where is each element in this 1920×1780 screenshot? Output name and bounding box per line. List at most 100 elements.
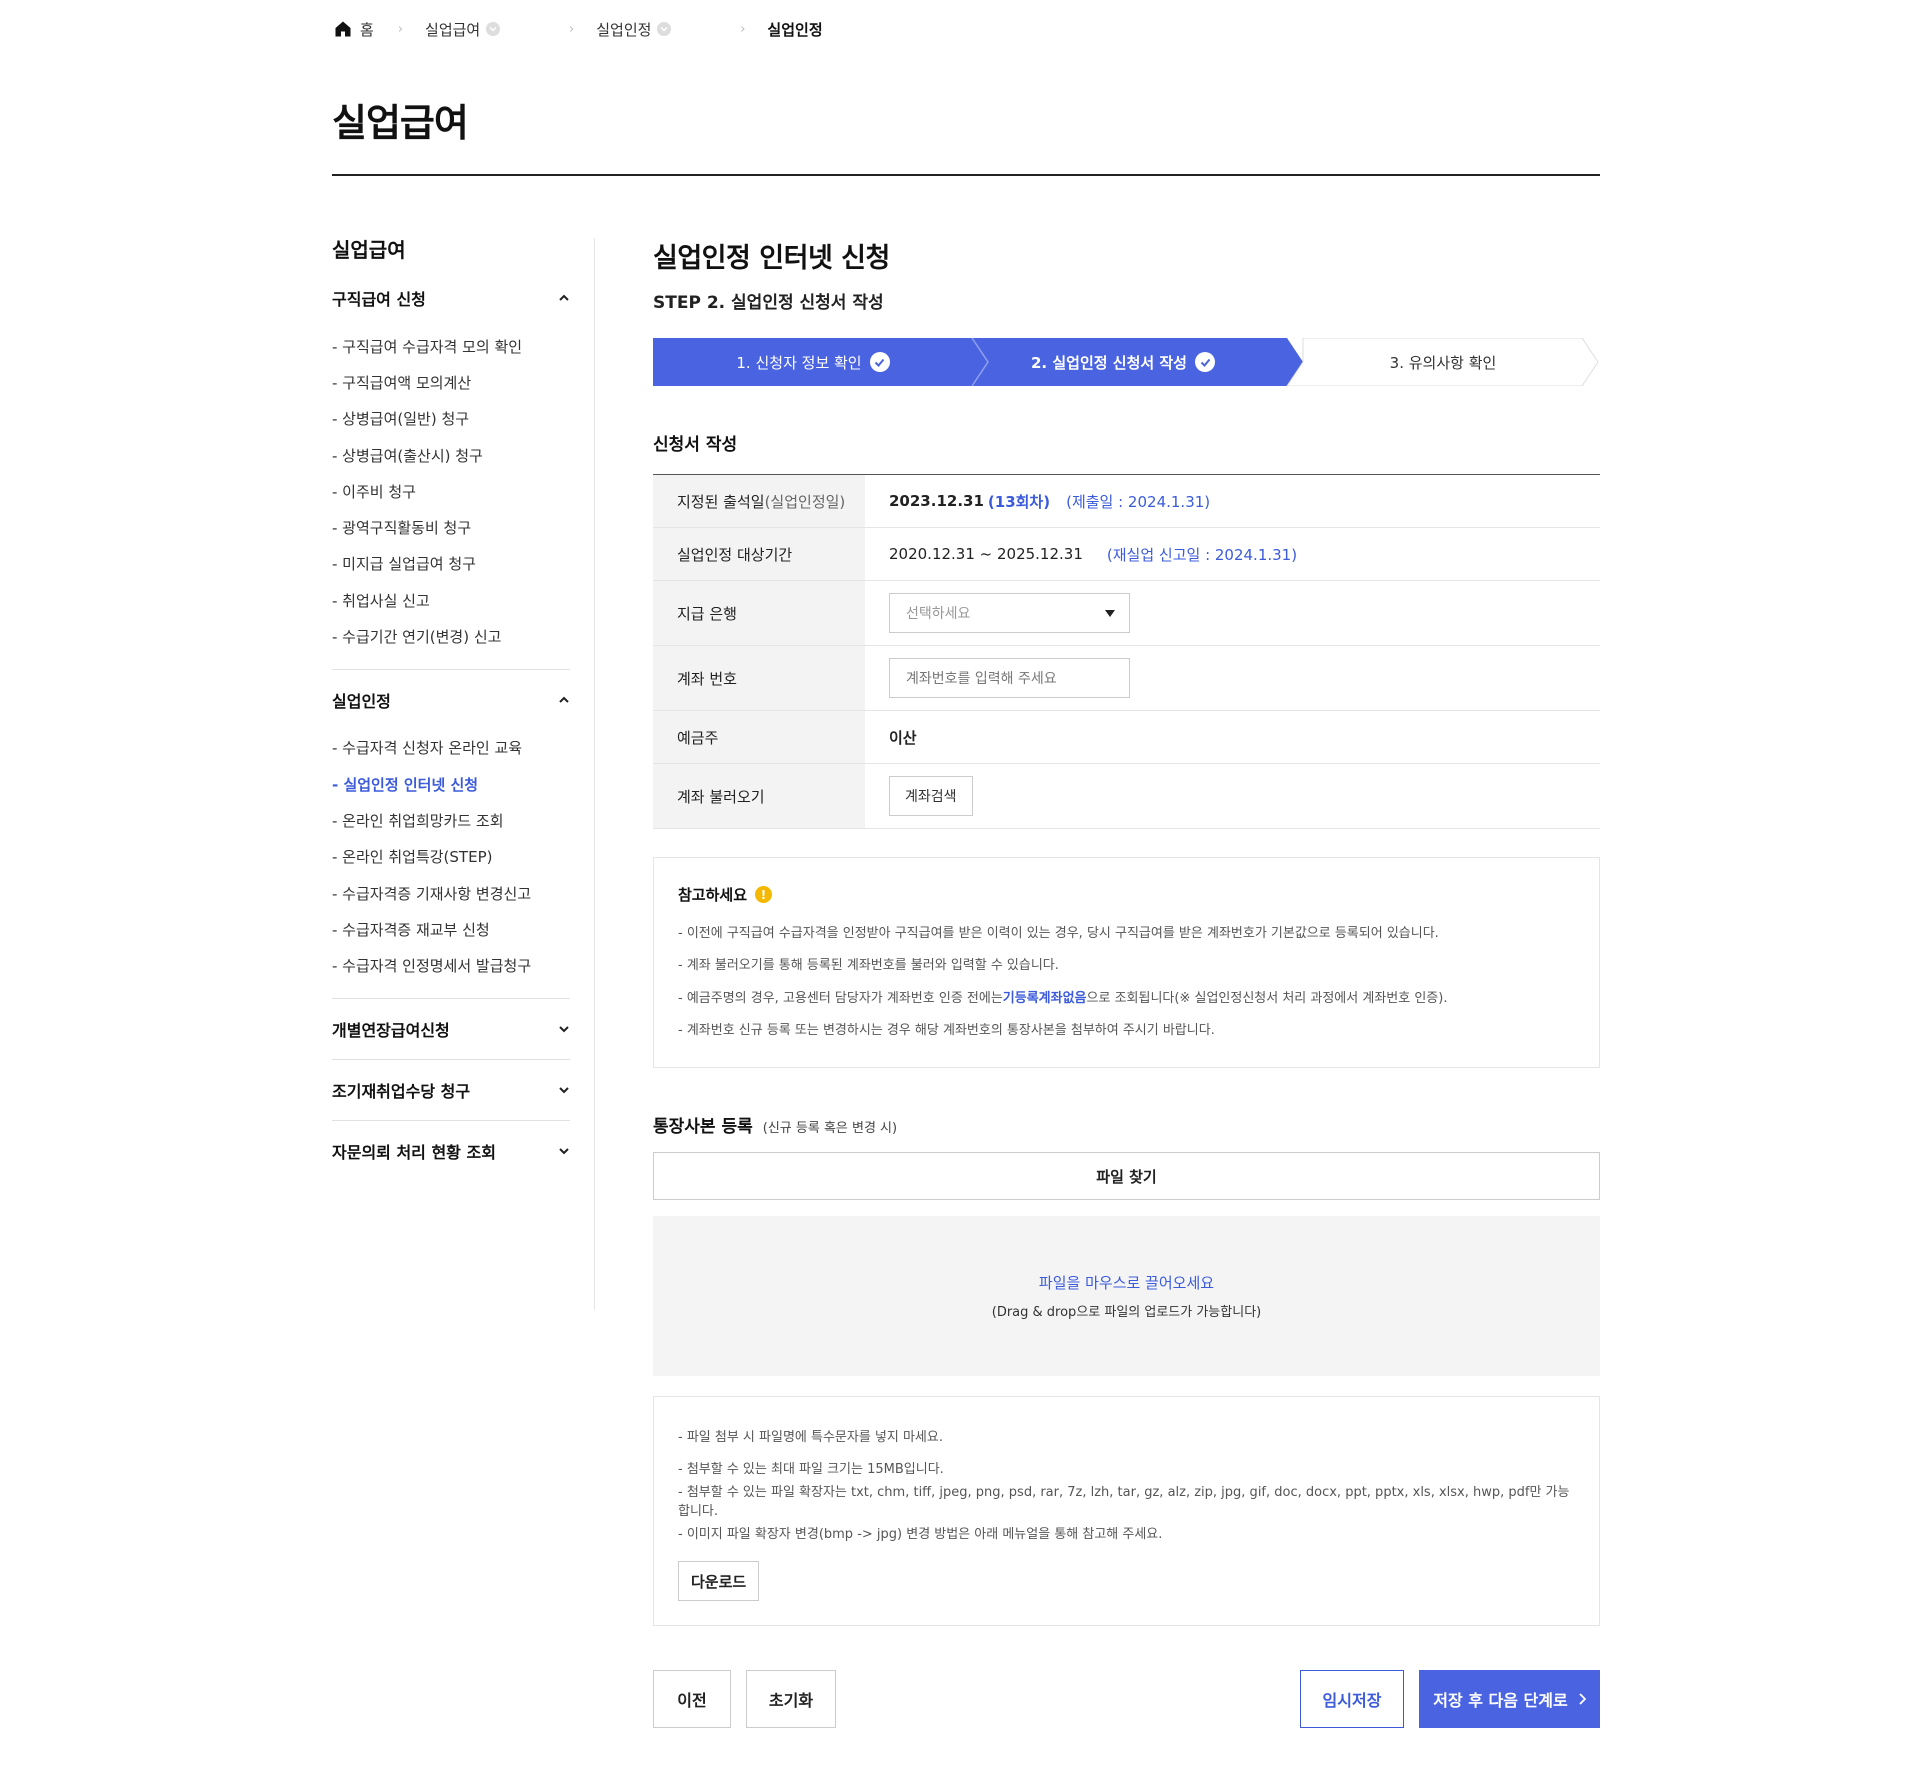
chevron-right-icon: › <box>740 21 746 37</box>
dropzone-sub-text: (Drag & drop으로 파일의 업로드가 가능합니다) <box>991 1305 1262 1320</box>
sidebar-item[interactable]: - 광역구직활동비 청구 <box>332 509 570 545</box>
step-indicator: 1. 신청자 정보 확인 2. 실업인정 신청서 작성 3. 유의사항 확인 <box>653 338 1600 386</box>
form-label: 계좌 불러오기 <box>653 764 865 828</box>
sidebar-item-active[interactable]: - 실업인정 인터넷 신청 <box>332 766 570 802</box>
application-form: 지정된 출석일 (실업인정일) 2023.12.31 (13회차) (제출일 : … <box>653 474 1600 829</box>
sidebar-item[interactable]: - 이주비 청구 <box>332 473 570 509</box>
notice-title-label: 참고하세요 <box>678 886 748 904</box>
sidebar-group-title: 구직급여 신청 <box>332 290 426 309</box>
sidebar-item[interactable]: - 수급자격증 기재사항 변경신고 <box>332 875 570 911</box>
check-circle-icon <box>1195 352 1215 372</box>
download-button[interactable]: 다운로드 <box>678 1561 760 1601</box>
sidebar-group-title: 실업인정 <box>332 691 391 711</box>
attend-label: 지정된 출석일 <box>677 492 765 511</box>
prev-button[interactable]: 이전 <box>653 1670 731 1728</box>
form-row-attend: 지정된 출석일 (실업인정일) 2023.12.31 (13회차) (제출일 : … <box>653 475 1600 528</box>
period-value: 2020.12.31 ~ 2025.12.31 <box>889 545 1083 563</box>
chevron-right-icon <box>1579 1693 1586 1705</box>
sidebar-sublist: - 구직급여 수급자격 모의 확인 - 구직급여액 모의계산 - 상병급여(일반… <box>332 328 570 669</box>
sidebar-group-toggle[interactable]: 자문의뢰 처리 현황 조회 <box>332 1121 570 1181</box>
sidebar-item[interactable]: - 수급기간 연기(변경) 신고 <box>332 618 570 654</box>
notice-item-pre: - 예금주명의 경우, 고용센터 담당자가 계좌번호 인증 전에는 <box>678 990 1003 1006</box>
sidebar-item[interactable]: - 수급자격 인정명세서 발급청구 <box>332 947 570 983</box>
file-notice-box: - 파일 첨부 시 파일명에 특수문자를 넣지 마세요. - 첨부할 수 있는 … <box>653 1396 1600 1626</box>
form-label: 계좌 번호 <box>653 646 865 710</box>
upload-title: 통장사본 등록 <box>653 1117 753 1137</box>
file-notice-item: - 첨부할 수 있는 최대 파일 크기는 15MB입니다. <box>678 1462 944 1478</box>
step-1-label: 1. 신청자 정보 확인 <box>736 353 862 372</box>
notice-box: 참고하세요 ! - 이전에 구직급여 수급자격을 인정받아 구직급여를 받은 이… <box>653 857 1600 1068</box>
sidebar-heading: 실업급여 <box>332 238 406 262</box>
form-row-load: 계좌 불러오기 계좌검색 <box>653 764 1600 829</box>
chevron-down-icon[interactable] <box>486 22 501 36</box>
page-title: 실업급여 <box>332 101 469 145</box>
sidebar-item[interactable]: - 수급자격 신청자 온라인 교육 <box>332 730 570 766</box>
caret-down-icon <box>1105 609 1115 617</box>
section-title: 신청서 작성 <box>653 435 738 455</box>
sidebar-group-toggle[interactable]: 구직급여 신청 <box>332 268 570 328</box>
sidebar-group-toggle[interactable]: 개별연장급여신청 <box>332 999 570 1059</box>
bank-select[interactable]: 선택하세요 <box>889 593 1130 633</box>
check-circle-icon <box>869 352 890 372</box>
sidebar: 실업급여 구직급여 신청 - 구직급여 수급자격 모의 확인 - 구직급여액 모… <box>332 234 570 1181</box>
sidebar-group-consult-status: 자문의뢰 처리 현황 조회 <box>332 1121 570 1181</box>
sidebar-group-toggle[interactable]: 실업인정 <box>332 670 570 730</box>
breadcrumb-home[interactable]: 홈 <box>334 19 374 40</box>
form-value: 선택하세요 <box>865 581 1600 645</box>
title-divider <box>332 174 1600 176</box>
sidebar-item[interactable]: - 상병급여(일반) 청구 <box>332 401 570 437</box>
sidebar-item[interactable]: - 구직급여액 모의계산 <box>332 364 570 400</box>
notice-item-post: 으로 조회됩니다(※ 실업인정신청서 처리 과정에서 계좌번호 인증). <box>1086 990 1448 1006</box>
upload-subtitle: (신규 등록 혹은 변경 시) <box>762 1121 898 1136</box>
sidebar-sublist: - 수급자격 신청자 온라인 교육 - 실업인정 인터넷 신청 - 온라인 취업… <box>332 730 570 998</box>
file-notice-list: - 파일 첨부 시 파일명에 특수문자를 넣지 마세요. - 첨부할 수 있는 … <box>678 1419 1575 1549</box>
temp-save-button[interactable]: 임시저장 <box>1300 1670 1404 1728</box>
save-next-button[interactable]: 저장 후 다음 단계로 <box>1419 1670 1600 1728</box>
sidebar-item[interactable]: - 상병급여(출산시) 청구 <box>332 437 570 473</box>
sidebar-group-early-reemployment: 조기재취업수당 청구 <box>332 1060 570 1121</box>
notice-title: 참고하세요 ! <box>678 884 1575 905</box>
save-next-label: 저장 후 다음 단계로 <box>1433 1691 1568 1710</box>
sidebar-item[interactable]: - 온라인 취업희망카드 조회 <box>332 802 570 838</box>
attend-label-sub: (실업인정일) <box>764 492 846 511</box>
notice-item: - 계좌번호 신규 등록 또는 변경하시는 경우 해당 계좌번호의 통장사본을 … <box>678 1023 1215 1039</box>
chevron-down-icon <box>559 1148 569 1155</box>
page: 홈 › 실업급여 › 실업인정 › 실업인정 실업급여 실업급여 구직급여 신청… <box>0 0 1920 1780</box>
breadcrumb-home-label: 홈 <box>360 20 374 39</box>
file-find-button[interactable]: 파일 찾기 <box>653 1152 1600 1200</box>
form-value: 이산 <box>865 711 1600 763</box>
file-dropzone[interactable]: 파일을 마우스로 끌어오세요 (Drag & drop으로 파일의 업로드가 가… <box>653 1216 1600 1376</box>
notice-list: - 이전에 구직급여 수급자격을 인정받아 구직급여를 받은 이력이 있는 경우… <box>678 915 1575 1045</box>
chevron-down-icon[interactable] <box>657 22 672 36</box>
form-label: 실업인정 대상기간 <box>653 528 865 580</box>
chevron-up-icon <box>559 294 569 301</box>
sidebar-item[interactable]: - 미지급 실업급여 청구 <box>332 546 570 582</box>
sidebar-item[interactable]: - 구직급여 수급자격 모의 확인 <box>332 328 570 364</box>
reset-button[interactable]: 초기화 <box>746 1670 836 1728</box>
sidebar-item[interactable]: - 수급자격증 재교부 신청 <box>332 911 570 947</box>
notice-item: - 계좌 불러오기를 통해 등록된 계좌번호를 불러와 입력할 수 있습니다. <box>678 958 1059 974</box>
period-report-date: (재실업 신고일 : 2024.1.31) <box>1106 545 1298 564</box>
chevron-right-icon: › <box>397 21 404 37</box>
form-value: 계좌검색 <box>865 764 1600 828</box>
chevron-down-icon <box>559 1026 569 1033</box>
breadcrumb: 홈 › 실업급여 › 실업인정 › 실업인정 <box>334 16 823 42</box>
sidebar-group-toggle[interactable]: 조기재취업수당 청구 <box>332 1060 570 1120</box>
breadcrumb-item-unemployment[interactable]: 실업급여 <box>425 19 545 40</box>
sidebar-item[interactable]: - 온라인 취업특강(STEP) <box>332 839 570 875</box>
sidebar-group-title: 자문의뢰 처리 현황 조회 <box>332 1142 496 1162</box>
form-value: 2020.12.31 ~ 2025.12.31 (재실업 신고일 : 2024.… <box>865 528 1600 580</box>
notice-item: - 예금주명의 경우, 고용센터 담당자가 계좌번호 인증 전에는 기등록계좌없… <box>678 980 1575 1013</box>
sidebar-group-title: 조기재취업수당 청구 <box>332 1081 471 1101</box>
account-search-button[interactable]: 계좌검색 <box>889 776 973 816</box>
account-number-input[interactable]: 계좌번호를 입력해 주세요 <box>889 658 1130 698</box>
breadcrumb-item-recognition[interactable]: 실업인정 <box>596 19 716 40</box>
step-3-label: 3. 유의사항 확인 <box>1389 353 1497 372</box>
attend-date: 2023.12.31 <box>889 492 984 510</box>
sidebar-item[interactable]: - 취업사실 신고 <box>332 582 570 618</box>
home-icon <box>335 21 351 37</box>
bottom-actions: 이전 초기화 임시저장 저장 후 다음 단계로 <box>653 1670 1600 1728</box>
main-content: 실업인정 인터넷 신청 STEP 2. 실업인정 신청서 작성 1. 신청자 정… <box>653 236 1600 1626</box>
file-notice-item: - 첨부할 수 있는 파일 확장자는 txt, chm, tiff, jpeg,… <box>678 1485 1570 1520</box>
chevron-right-icon: › <box>569 21 575 37</box>
